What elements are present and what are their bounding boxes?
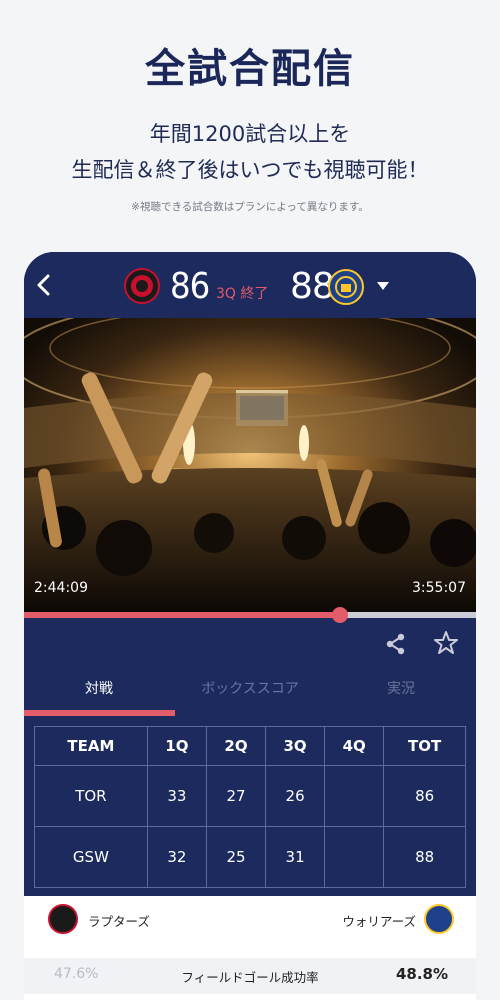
chevron-left-icon [37, 274, 50, 296]
game-header: 86 3Q 終了 88 [24, 252, 476, 318]
seek-bar-thumb[interactable] [332, 607, 349, 623]
seek-bar-fill [24, 612, 341, 618]
stat-row-fg-pct: 47.6% フィールドゴール成功率 48.8% [24, 958, 476, 994]
raptors-logo [124, 268, 160, 304]
table-cell: 86 [383, 765, 466, 827]
triangle-down-icon [377, 282, 389, 290]
table-row: TOR 33 27 26 86 [34, 765, 466, 827]
warriors-logo [328, 269, 364, 305]
score-table: TEAM 1Q 2Q 3Q 4Q TOT TOR 33 27 26 86 GSW… [34, 726, 466, 888]
game-dropdown[interactable] [376, 280, 390, 296]
raptors-mini-logo [48, 904, 78, 934]
table-header: 3Q [265, 726, 326, 766]
game-status: 3Q 終了 [216, 286, 269, 302]
table-cell: GSW [34, 826, 148, 888]
table-cell: 32 [146, 826, 207, 888]
stats-panel: ラプターズ ウォリアーズ 47.6% フィールドゴール成功率 48.8% [24, 896, 476, 1000]
share-button[interactable] [382, 630, 410, 658]
table-cell [324, 826, 385, 888]
table-header-row: TEAM 1Q 2Q 3Q 4Q TOT [34, 726, 466, 766]
table-cell [324, 765, 385, 827]
home-score: 86 [170, 266, 210, 307]
favorite-button[interactable] [432, 629, 460, 657]
table-header: 1Q [146, 726, 207, 766]
tab-play-by-play[interactable]: 実況 [326, 672, 476, 716]
current-time: 2:44:09 [34, 580, 88, 596]
table-header: 2Q [205, 726, 267, 766]
tab-box-score[interactable]: ボックススコア [175, 672, 325, 716]
promo-subtitle-line1: 年間1200試合以上を [149, 122, 351, 146]
table-cell: 33 [146, 765, 207, 827]
table-cell: 31 [265, 826, 326, 888]
table-cell: TOR [34, 765, 148, 827]
promo-subtitle-line2: 生配信＆終了後はいつでも視聴可能！ [71, 158, 429, 182]
table-cell: 88 [383, 826, 466, 888]
table-row: GSW 32 25 31 88 [34, 826, 466, 888]
away-team-name: ウォリアーズ [342, 914, 416, 929]
promo-note: ※視聴できる試合数はプランによって異なります。 [131, 201, 369, 213]
table-cell: 25 [205, 826, 267, 888]
share-icon [386, 633, 405, 655]
active-tab-indicator [24, 710, 175, 716]
seek-bar[interactable] [24, 607, 476, 623]
back-button[interactable] [30, 270, 60, 300]
total-time: 3:55:07 [412, 580, 466, 596]
table-header: 4Q [324, 726, 385, 766]
table-cell: 26 [265, 765, 326, 827]
home-team-name: ラプターズ [88, 914, 150, 929]
table-cell: 27 [205, 765, 267, 827]
away-stat-value: 48.8% [395, 965, 448, 983]
warriors-mini-logo [424, 904, 454, 934]
tab-bar: 対戦 ボックススコア 実況 [24, 672, 476, 716]
table-header: TEAM [34, 726, 148, 766]
star-icon [434, 631, 458, 654]
promo-title: 全試合配信 [145, 46, 355, 92]
app-screen: 86 3Q 終了 88 2:44:09 3:55:07 対戦 ボックススコア 実… [24, 252, 476, 1000]
arena-image [24, 318, 476, 612]
video-player[interactable]: 2:44:09 3:55:07 [24, 318, 476, 612]
table-header: TOT [383, 726, 466, 766]
